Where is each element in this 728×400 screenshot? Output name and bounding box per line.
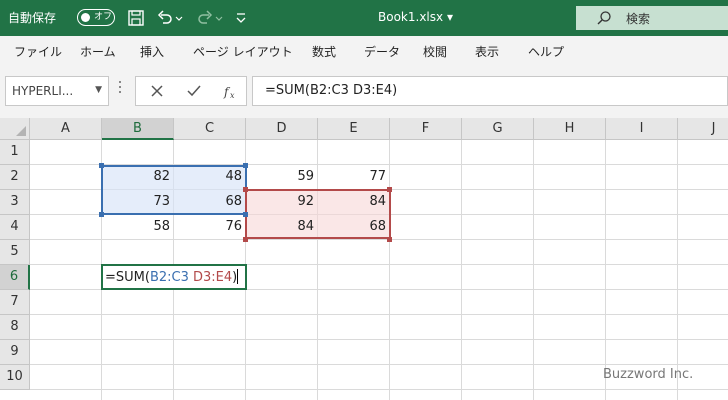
active-cell-b6[interactable]: =SUM(B2:C3 D3:E4) (101, 264, 247, 290)
column-header-a[interactable]: A (30, 118, 102, 140)
column-header-c[interactable]: C (174, 118, 246, 140)
cell-d3[interactable]: 92 (246, 190, 318, 214)
column-header-d[interactable]: D (246, 118, 318, 140)
row-header-1[interactable]: 1 (0, 140, 30, 165)
grid-line (30, 239, 728, 240)
column-header-b[interactable]: B (102, 118, 174, 140)
grid-line (605, 140, 606, 400)
tab-page-layout[interactable]: ページ レイアウト (193, 43, 293, 60)
tab-home[interactable]: ホーム (80, 43, 116, 60)
column-header-f[interactable]: F (390, 118, 462, 140)
chevron-down-icon[interactable]: ▼ (95, 85, 102, 95)
tab-file[interactable]: ファイル (14, 43, 62, 60)
row-header-9[interactable]: 9 (0, 340, 30, 365)
formula-ref-b2-c3: B2:C3 (149, 270, 189, 285)
tab-view[interactable]: 表示 (475, 43, 499, 60)
tab-help[interactable]: ヘルプ (528, 43, 564, 60)
row-header-3[interactable]: 3 (0, 190, 30, 215)
file-name-text: Book1.xlsx (378, 10, 444, 24)
cell-e3[interactable]: 84 (318, 190, 390, 214)
splitter-handle[interactable] (118, 81, 122, 99)
grid-line (30, 364, 728, 365)
cell-c2[interactable]: 48 (174, 165, 246, 189)
row-header-10[interactable]: 10 (0, 365, 30, 390)
search-box[interactable]: 検索 (576, 6, 728, 30)
cell-b3[interactable]: 73 (102, 190, 174, 214)
grid-line (30, 389, 728, 390)
row-header-4[interactable]: 4 (0, 215, 30, 240)
save-icon[interactable] (126, 8, 146, 28)
insert-function-icon[interactable]: f x (222, 84, 238, 100)
row-header-6[interactable]: 6 (0, 265, 30, 290)
select-all-button[interactable] (0, 118, 30, 140)
undo-icon[interactable] (155, 8, 175, 28)
grid-line (461, 140, 462, 400)
column-header-e[interactable]: E (318, 118, 390, 140)
redo-icon (198, 10, 213, 24)
cell-d4[interactable]: 84 (246, 215, 318, 239)
name-box-value: HYPERLI... (12, 84, 74, 98)
grid-line (533, 140, 534, 400)
column-header-g[interactable]: G (462, 118, 534, 140)
column-header-h[interactable]: H (534, 118, 606, 140)
formula-input[interactable]: =SUM(B2:C3 D3:E4) (252, 76, 728, 106)
worksheet-grid[interactable]: A B C D E F G H I J 1 2 3 4 5 6 7 8 9 10… (0, 118, 728, 400)
row-header-7[interactable]: 7 (0, 290, 30, 315)
cell-b4[interactable]: 58 (102, 215, 174, 239)
formula-tools: f x (135, 76, 247, 106)
autosave-label: 自動保存 (8, 11, 57, 25)
cell-d2[interactable]: 59 (246, 165, 318, 189)
row-header-2[interactable]: 2 (0, 165, 30, 190)
tab-data[interactable]: データ (364, 43, 400, 60)
formula-ref-d3-e4: D3:E4 (193, 270, 233, 285)
formula-bar: HYPERLI... ▼ f x =SUM(B2:C3 D3:E4) (0, 66, 728, 118)
cancel-icon[interactable] (150, 84, 164, 98)
title-bar: 自動保存 オフ Book1.xlsx ▾ 検索 (0, 0, 728, 36)
search-label: 検索 (626, 12, 651, 26)
toggle-knob (81, 12, 90, 22)
text-cursor (237, 269, 239, 284)
undo-dropdown-icon[interactable] (174, 8, 184, 28)
file-name[interactable]: Book1.xlsx ▾ (378, 10, 453, 24)
cell-c4[interactable]: 76 (174, 215, 246, 239)
tab-review[interactable]: 校閲 (423, 43, 447, 60)
column-header-j[interactable]: J (678, 118, 728, 140)
grid-line (30, 339, 728, 340)
cell-e2[interactable]: 77 (318, 165, 390, 189)
column-header-i[interactable]: I (606, 118, 678, 140)
formula-prefix: =SUM( (105, 270, 150, 285)
cell-b2[interactable]: 82 (102, 165, 174, 189)
cell-c3[interactable]: 68 (174, 190, 246, 214)
customize-qat-icon[interactable] (234, 8, 248, 28)
grid-line (677, 140, 678, 400)
tab-formulas[interactable]: 数式 (312, 43, 336, 60)
redo-dropdown-icon (215, 16, 223, 21)
watermark: Buzzword Inc. (603, 367, 694, 382)
grid-line (30, 314, 728, 315)
tab-insert[interactable]: 挿入 (140, 43, 164, 60)
autosave-toggle[interactable]: オフ (77, 9, 115, 26)
svg-text:x: x (230, 91, 235, 100)
cell-e4[interactable]: 68 (318, 215, 390, 239)
search-icon (597, 11, 611, 25)
autosave-state: オフ (94, 12, 113, 22)
row-header-5[interactable]: 5 (0, 240, 30, 265)
name-box[interactable]: HYPERLI... ▼ (5, 76, 109, 106)
enter-icon[interactable] (186, 84, 202, 98)
row-header-8[interactable]: 8 (0, 315, 30, 340)
ribbon-tabs: ファイル ホーム 挿入 ページ レイアウト 数式 データ 校閲 表示 ヘルプ (0, 36, 728, 66)
chevron-down-icon: ▾ (446, 10, 453, 24)
